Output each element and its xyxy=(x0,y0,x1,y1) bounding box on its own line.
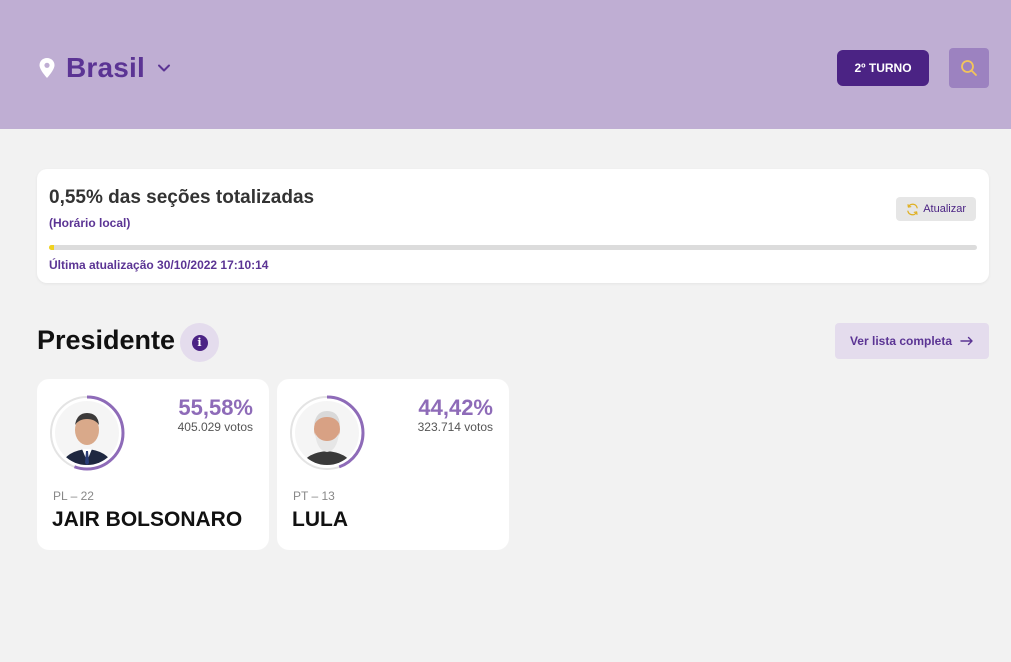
candidate-party-number: PL – 22 xyxy=(53,489,94,503)
section-title: Presidente xyxy=(37,325,176,355)
candidate-votes: 323.714 votos xyxy=(417,420,493,434)
refresh-button[interactable]: Atualizar xyxy=(896,197,976,221)
refresh-label: Atualizar xyxy=(923,203,966,215)
candidate-name: LULA xyxy=(292,508,348,531)
candidate-percentage: 55,58% xyxy=(178,395,253,420)
local-time-note: (Horário local) xyxy=(49,216,131,230)
turno-button[interactable]: 2º TURNO xyxy=(837,50,929,86)
info-icon: i xyxy=(191,334,208,351)
candidate-avatar xyxy=(49,395,125,471)
location-name: Brasil xyxy=(66,52,146,83)
last-update-text: Última atualização 30/10/2022 17:10:14 xyxy=(49,258,269,272)
candidate-avatar xyxy=(289,395,365,471)
totalization-progress-bar xyxy=(49,245,977,250)
chevron-down-icon xyxy=(158,64,171,72)
candidate-party-number: PT – 13 xyxy=(293,489,335,503)
see-full-list-button[interactable]: Ver lista completa xyxy=(835,323,989,359)
candidate-name: JAIR BOLSONARO xyxy=(52,508,243,531)
location-selector[interactable]: Brasil xyxy=(38,52,171,84)
refresh-icon xyxy=(907,203,918,215)
candidate-card[interactable]: 55,58% 405.029 votos PL – 22 JAIR BOLSON… xyxy=(37,379,269,550)
totalization-status-card: 0,55% das seções totalizadas (Horário lo… xyxy=(37,169,989,283)
candidate-votes: 405.029 votos xyxy=(177,420,253,434)
arrow-right-icon xyxy=(960,336,973,346)
candidate-card[interactable]: 44,42% 323.714 votos PT – 13 LULA xyxy=(277,379,509,550)
location-pin-icon xyxy=(39,58,55,78)
header-bar: Brasil 2º TURNO xyxy=(0,0,1011,129)
search-icon xyxy=(961,60,977,76)
info-button[interactable]: i xyxy=(180,323,219,362)
search-button[interactable] xyxy=(949,48,989,88)
candidate-percentage: 44,42% xyxy=(418,395,493,420)
progress-fill xyxy=(49,245,55,250)
sections-totalized-text: 0,55% das seções totalizadas xyxy=(49,187,315,208)
see-full-list-label: Ver lista completa xyxy=(849,334,953,348)
